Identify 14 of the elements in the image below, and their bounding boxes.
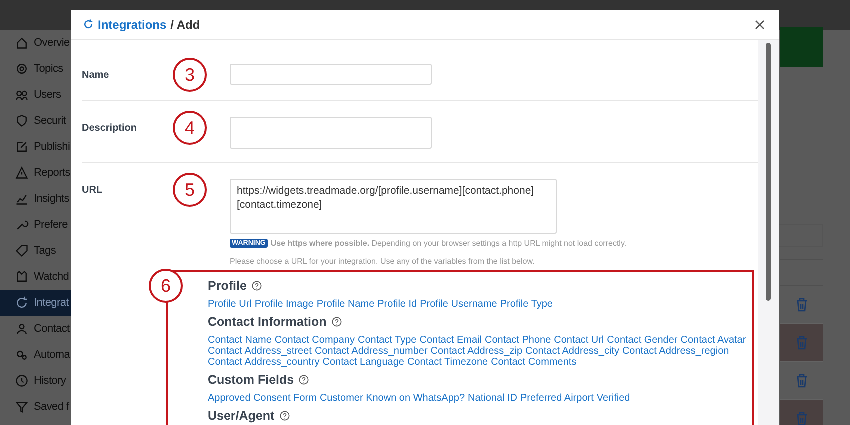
group-heading: Custom Fields	[208, 373, 294, 387]
annotation-marker: 4	[173, 111, 207, 145]
field-label: Description	[82, 123, 138, 134]
annotation-marker: 5	[173, 173, 207, 207]
field-label: Name	[82, 70, 110, 81]
help-text: Please choose a URL for your integration. Use any of the variables from the list below.	[230, 257, 536, 266]
group-heading: Profile	[208, 279, 247, 293]
annotation-marker: 6	[149, 269, 183, 303]
field-label: URL	[82, 185, 104, 196]
breadcrumb-current: / Add	[170, 18, 200, 32]
annotation-marker: 3	[173, 58, 207, 92]
group-heading: Contact Information	[208, 315, 327, 329]
group-heading: User/Agent	[208, 409, 275, 423]
warning-text: Use https where possible. Depending on your browser settings a http URL might not load correctly.	[270, 239, 627, 248]
